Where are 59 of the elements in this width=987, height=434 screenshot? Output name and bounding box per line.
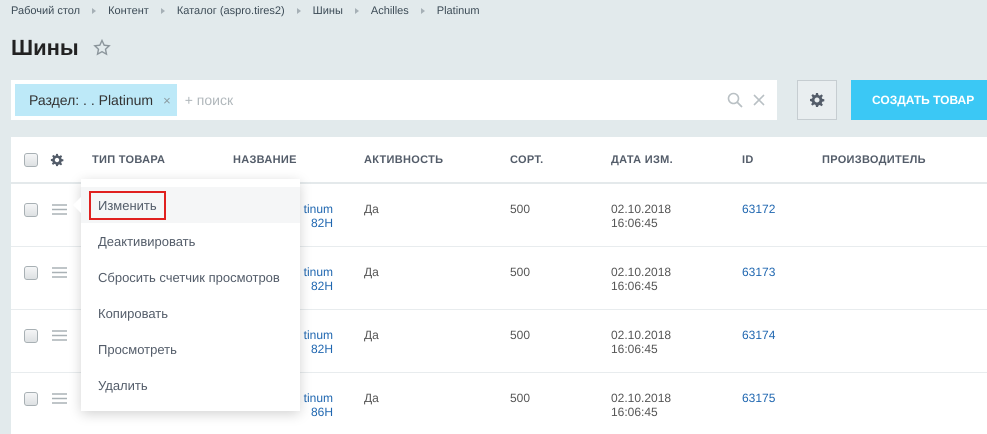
sort-cell-text: 500 — [510, 265, 532, 279]
activity-cell-text: Да — [364, 202, 380, 216]
checkbox[interactable] — [24, 329, 38, 343]
column-header[interactable]: ДАТА ИЗМ. — [611, 154, 742, 166]
date-cell-text: 02.10.2018 16:06:45 — [611, 391, 672, 419]
sort-cell-text: 500 — [510, 328, 532, 342]
settings-button[interactable] — [797, 80, 837, 120]
gear-icon[interactable] — [50, 152, 64, 166]
menu-item[interactable]: Деактивировать — [81, 223, 300, 259]
column-header[interactable]: НАЗВАНИЕ — [233, 154, 364, 166]
search-icon[interactable] — [727, 92, 743, 108]
chevron-icon — [92, 8, 96, 14]
breadcrumb-link[interactable]: Platinum — [436, 5, 480, 17]
column-header[interactable]: СОРТ. — [510, 154, 611, 166]
menu-icon[interactable] — [52, 267, 67, 278]
breadcrumb-link[interactable]: Шины — [312, 5, 343, 17]
tag-label: Раздел: . . Platinum — [29, 92, 154, 108]
chevron-icon — [296, 8, 301, 14]
activity-cell-text: Да — [364, 391, 380, 405]
menu-item[interactable]: Копировать — [81, 295, 300, 331]
activity-cell-text: Да — [364, 328, 380, 342]
id-link[interactable]: 63175 — [742, 391, 822, 405]
star-icon[interactable] — [92, 39, 111, 57]
id-link[interactable]: 63174 — [742, 328, 822, 342]
date-cell-text: 02.10.2018 16:06:45 — [611, 328, 672, 356]
column-header[interactable]: ID — [742, 154, 822, 166]
chevron-icon — [160, 8, 165, 14]
id-link[interactable]: 63172 — [742, 202, 822, 216]
sort-cell-text: 500 — [510, 202, 532, 216]
filter-tag[interactable]: Раздел: . . Platinum × — [15, 84, 177, 116]
breadcrumb-link[interactable]: Рабочий стол — [11, 5, 80, 17]
menu-item[interactable]: Удалить — [81, 367, 300, 403]
checkbox[interactable] — [24, 266, 38, 280]
checkbox[interactable] — [24, 152, 38, 166]
breadcrumb-link[interactable]: Achilles — [370, 5, 409, 17]
menu-item[interactable]: Сбросить счетчик просмотров — [81, 259, 300, 295]
breadcrumb-link[interactable]: Контент — [108, 5, 149, 17]
menu-item[interactable]: Просмотреть — [81, 331, 300, 367]
date-cell-text: 02.10.2018 16:06:45 — [611, 265, 672, 293]
activity-cell-text: Да — [364, 265, 380, 279]
gear-icon[interactable] — [809, 92, 825, 108]
page-title: Шины — [11, 35, 79, 61]
search-field[interactable]: Раздел: . . Platinum × + поиск — [11, 80, 777, 120]
close-icon[interactable] — [753, 94, 765, 106]
menu-icon[interactable] — [52, 393, 67, 404]
column-header[interactable]: АКТИВНОСТЬ — [364, 154, 510, 166]
id-link[interactable]: 63173 — [742, 265, 822, 279]
menu-icon[interactable] — [52, 330, 67, 341]
menu-icon[interactable] — [52, 204, 67, 215]
chevron-icon — [354, 8, 359, 14]
date-cell-text: 02.10.2018 16:06:45 — [611, 202, 672, 230]
chevron-icon — [420, 8, 425, 14]
checkbox[interactable] — [24, 392, 38, 406]
checkbox[interactable] — [24, 203, 38, 217]
breadcrumb-link[interactable]: Каталог (aspro.tires2) — [176, 5, 285, 17]
column-header[interactable]: ПРОИЗВОДИТЕЛЬ — [822, 154, 987, 166]
column-header[interactable]: ТИП ТОВАРА — [92, 154, 233, 166]
menu-item[interactable]: Изменить — [81, 187, 300, 223]
sort-cell-text: 500 — [510, 391, 532, 405]
